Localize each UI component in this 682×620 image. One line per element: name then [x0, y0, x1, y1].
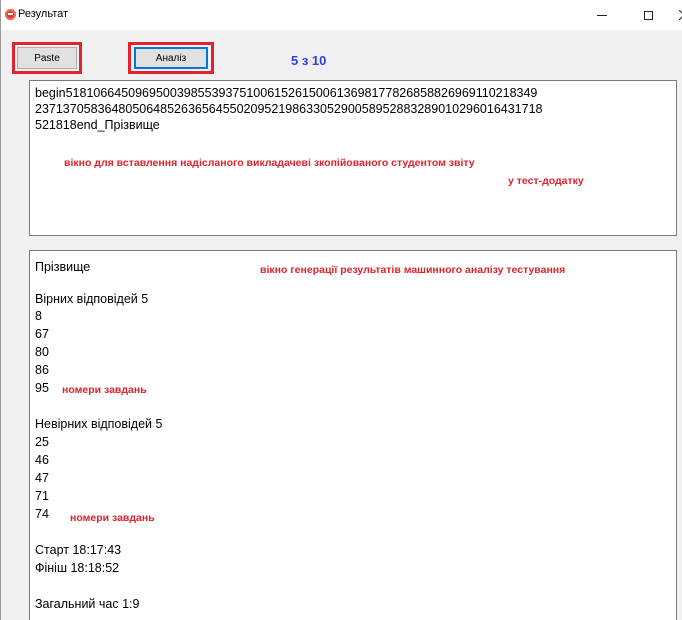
title-bar: Результат — [1, 0, 682, 30]
start-time: Старт 18:17:43 — [35, 543, 122, 557]
maximize-button[interactable] — [625, 0, 671, 30]
report-line-2: 2371370583648050648526365645502095219863… — [35, 102, 543, 116]
correct-number: 8 — [35, 309, 42, 323]
minimize-icon — [597, 14, 607, 16]
correct-header: Вірних відповідей 5 — [35, 292, 149, 306]
wrong-number: 47 — [35, 471, 49, 485]
wrong-number: 25 — [35, 435, 49, 449]
correct-number: 86 — [35, 363, 49, 377]
window-title: Результат — [18, 8, 69, 20]
results-note: вікно генерації результатів машинного ан… — [260, 264, 566, 276]
wrong-number: 71 — [35, 489, 49, 503]
analyze-button[interactable]: Аналіз — [134, 47, 208, 69]
wrong-header: Невірних відповідей 5 — [35, 417, 163, 431]
results-textbox[interactable]: Прізвище вікно генерації результатів маш… — [29, 250, 677, 620]
surname-line: Прізвище — [35, 260, 91, 274]
wrong-number: 46 — [35, 453, 49, 467]
maximize-icon — [643, 10, 653, 20]
paste-button[interactable]: Paste — [17, 47, 77, 69]
wrong-number: 74 — [35, 507, 49, 521]
correct-number: 80 — [35, 345, 49, 359]
finish-time: Фініш 18:18:52 — [35, 561, 120, 575]
input-note-line-2: у тест-додатку — [508, 175, 584, 187]
report-line-3: 521818end_Прізвище — [35, 118, 160, 132]
app-icon — [5, 9, 16, 20]
report-line-1: begin51810664509695003985539375100615261… — [35, 86, 538, 100]
close-button[interactable] — [669, 0, 682, 30]
input-note-line-1: вікно для вставлення надісланого виклада… — [64, 157, 475, 169]
minimize-button[interactable] — [579, 0, 625, 30]
result-window: Результат Paste Аналіз 5 з 10 begin51810… — [0, 0, 682, 620]
total-time: Загальний час 1:9 — [35, 597, 140, 611]
toolbar — [1, 30, 682, 78]
correct-number: 95 — [35, 381, 49, 395]
report-input-textbox[interactable]: begin51810664509695003985539375100615261… — [29, 80, 677, 236]
correct-note: номери завдань — [62, 384, 147, 396]
wrong-note: номери завдань — [70, 512, 155, 524]
score-label: 5 з 10 — [291, 53, 327, 68]
correct-number: 67 — [35, 327, 49, 341]
